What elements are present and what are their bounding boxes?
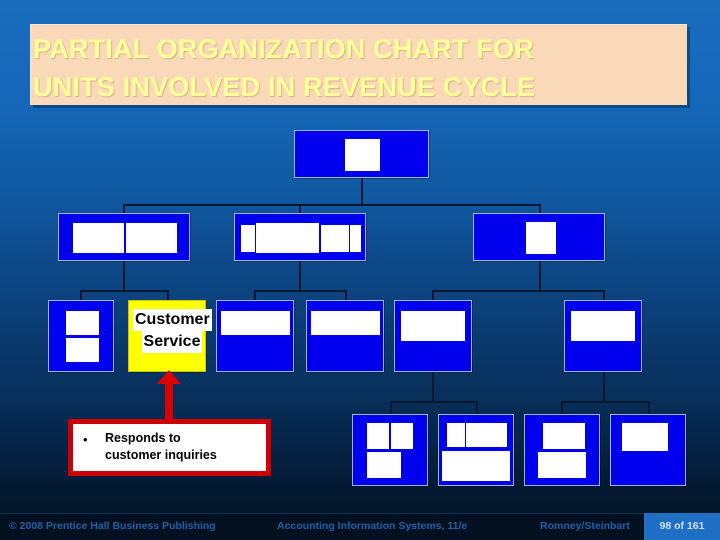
node-text-block [73, 223, 124, 253]
node-text-block [367, 452, 401, 478]
page-number-badge: 98 of 161 [644, 513, 720, 540]
org-chart-node [306, 300, 384, 372]
org-chart-connector [254, 290, 345, 292]
org-chart-connector [299, 261, 301, 291]
node-text-block [66, 338, 99, 362]
org-chart-connector [390, 401, 476, 403]
node-label: Customer Service [133, 309, 212, 353]
node-text-block [66, 311, 99, 335]
node-text-block [126, 223, 177, 253]
org-chart-connector [476, 401, 478, 415]
red-arrow-shaft-icon [165, 381, 173, 419]
node-text-block [571, 311, 635, 341]
org-chart-node [473, 213, 605, 261]
org-chart-connector [432, 290, 603, 292]
node-text-block [466, 423, 507, 447]
node-text-block [622, 423, 668, 451]
node-text-block [391, 423, 413, 449]
org-chart-connector [561, 401, 563, 415]
node-text-block [221, 311, 290, 335]
org-chart-connector [123, 204, 125, 213]
node-text-block [447, 423, 465, 447]
page-number: 98 of 161 [659, 520, 705, 532]
org-chart-connector [432, 372, 434, 402]
callout-text: Responds to customer inquiries [105, 431, 217, 462]
org-chart-connector [603, 372, 605, 402]
footer-divider [0, 513, 720, 514]
org-chart-node [294, 130, 429, 178]
node-text-block [367, 423, 389, 449]
footer-copyright: © 2008 Prentice Hall Business Publishing [9, 520, 216, 532]
org-chart-connector [299, 204, 301, 213]
node-text-block [401, 311, 465, 341]
org-chart-node [48, 300, 114, 372]
node-text-block [345, 139, 380, 171]
footer-book-title: Accounting Information Systems, 11/e [277, 520, 468, 532]
org-chart-node [524, 414, 600, 486]
org-chart-node [234, 213, 366, 261]
node-text-block [442, 451, 510, 481]
org-chart-connector [361, 178, 363, 206]
org-chart-connector [539, 261, 541, 291]
node-text-block [256, 223, 319, 253]
org-chart-node [610, 414, 686, 486]
org-chart-node [352, 414, 428, 486]
slide-footer: © 2008 Prentice Hall Business Publishing… [0, 513, 720, 540]
page-title: PARTIAL ORGANIZATION CHART FOR UNITS INV… [33, 34, 536, 102]
node-text-block [538, 452, 586, 478]
org-chart-connector [123, 204, 539, 206]
org-chart-connector [648, 401, 650, 415]
footer-authors: Romney/Steinbart [540, 520, 630, 532]
org-chart-node [394, 300, 472, 372]
org-chart-connector [561, 401, 648, 403]
org-chart-node-customer-service: Customer Service [128, 300, 212, 372]
node-text-block [311, 311, 380, 335]
node-text-block [543, 423, 585, 449]
callout-box: • Responds to customer inquiries [68, 419, 271, 476]
node-text-block [241, 225, 255, 252]
org-chart-node [564, 300, 642, 372]
org-chart-connector [390, 401, 392, 415]
presentation-slide: PARTIAL ORGANIZATION CHART FOR UNITS INV… [0, 0, 720, 540]
org-chart-connector [123, 261, 125, 291]
org-chart-connector [80, 290, 168, 292]
bullet-icon: • [83, 432, 88, 447]
org-chart-node [216, 300, 294, 372]
org-chart-connector [539, 204, 541, 213]
org-chart-node [438, 414, 514, 486]
node-text-block [350, 225, 361, 252]
node-text-block [321, 225, 349, 252]
org-chart-node [58, 213, 190, 261]
node-text-block [526, 222, 556, 254]
